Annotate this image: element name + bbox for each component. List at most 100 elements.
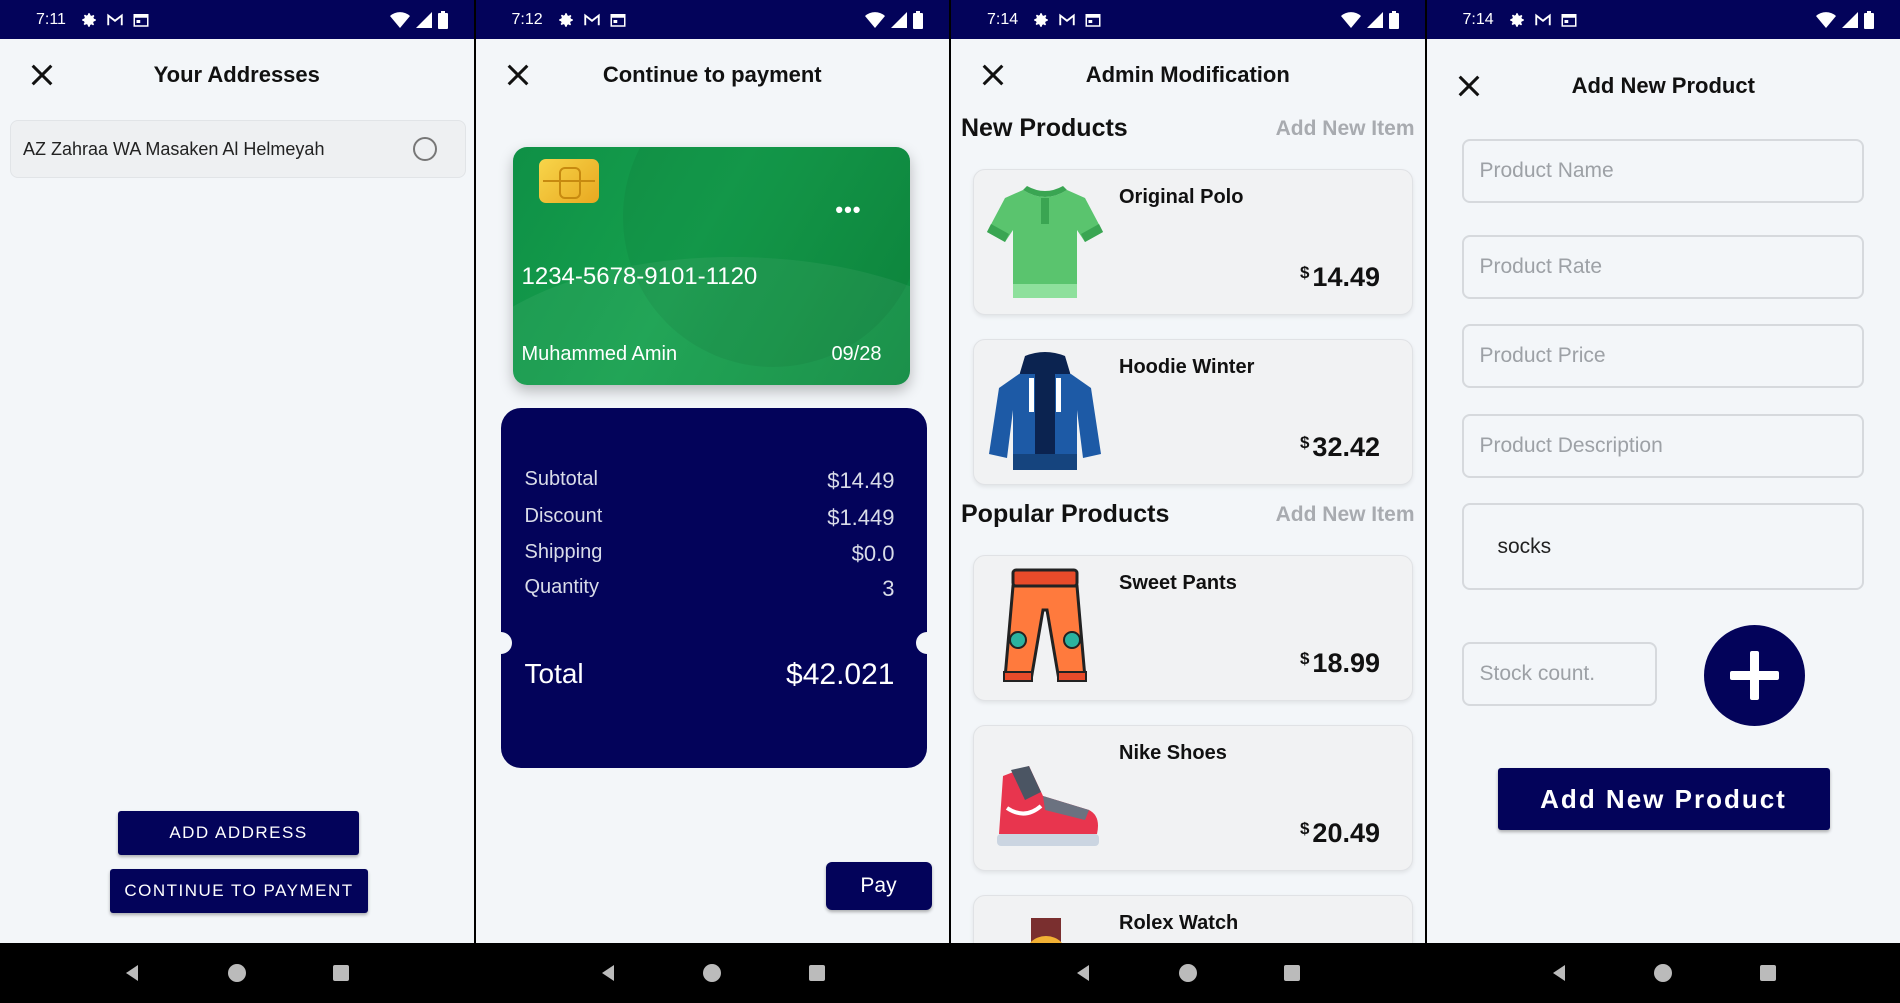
currency-symbol: $ <box>1299 649 1310 668</box>
page-header: Add New Product <box>1427 50 1900 122</box>
status-indicators <box>389 10 448 29</box>
summary-value: $14.49 <box>827 468 895 493</box>
add-new-item-link[interactable]: Add New Item <box>1276 117 1415 141</box>
close-icon[interactable] <box>979 61 1007 89</box>
add-product-screen: 7:14 Add New Product Product Name Produc… <box>1426 0 1900 1003</box>
product-name-field[interactable]: Product Name <box>1461 139 1864 203</box>
addresses-screen: 7:11 Your Addresses AZ Zahraa WA Masaken… <box>0 0 474 1003</box>
gmail-icon <box>583 13 600 25</box>
home-icon[interactable] <box>227 963 247 983</box>
price-amount: 18.99 <box>1312 648 1380 678</box>
gmail-icon <box>1059 13 1075 25</box>
recents-icon[interactable] <box>1758 963 1778 983</box>
status-indicators <box>865 10 923 29</box>
status-time: 7:12 <box>511 10 543 28</box>
calendar-icon <box>1085 13 1101 27</box>
gmail-icon <box>107 13 123 25</box>
calendar-icon <box>1561 13 1577 27</box>
section-title: New Products <box>961 114 1128 142</box>
pay-button[interactable]: Pay <box>825 862 932 910</box>
settings-icon <box>1509 12 1524 27</box>
address-text: AZ Zahraa WA Masaken Al Helmeyah <box>23 138 325 159</box>
page-title: Your Addresses <box>153 62 320 87</box>
recents-icon[interactable] <box>807 963 827 983</box>
signal-icon <box>1842 11 1858 28</box>
address-option[interactable]: AZ Zahraa WA Masaken Al Helmeyah <box>10 120 466 178</box>
add-image-plus-button[interactable] <box>1703 625 1805 726</box>
product-card[interactable]: Hoodie Winter $32.42 <box>973 339 1413 485</box>
status-bar: 7:11 <box>0 0 474 39</box>
card-chip-icon <box>538 159 599 203</box>
status-time: 7:14 <box>1462 10 1494 28</box>
close-icon[interactable] <box>28 61 56 89</box>
home-icon[interactable] <box>1178 963 1198 983</box>
currency-symbol: $ <box>1299 819 1310 838</box>
product-card[interactable]: Nike Shoes $20.49 <box>973 725 1413 871</box>
add-new-product-button[interactable]: Add New Product <box>1497 768 1830 830</box>
new-products-header: New Products Add New Item <box>961 114 1415 143</box>
summary-value: 3 <box>882 576 895 601</box>
wifi-icon <box>1340 11 1361 28</box>
summary-value: $0.0 <box>851 541 895 566</box>
close-icon[interactable] <box>1455 72 1483 100</box>
settings-icon <box>82 12 96 27</box>
product-name: Original Polo <box>1119 186 1244 208</box>
shipping-row: Shipping $0.0 <box>525 541 895 567</box>
battery-icon <box>437 10 448 29</box>
settings-icon <box>1034 12 1048 27</box>
status-time: 7:11 <box>36 10 66 28</box>
product-price-field[interactable]: Product Price <box>1461 324 1864 388</box>
product-description-field[interactable]: Product Description <box>1461 414 1864 478</box>
price-amount: 20.49 <box>1312 818 1380 848</box>
back-icon[interactable] <box>598 963 618 983</box>
product-card[interactable]: Sweet Pants $18.99 <box>973 555 1413 701</box>
product-card[interactable]: Original Polo $14.49 <box>973 169 1413 315</box>
add-address-button[interactable]: ADD ADDRESS <box>118 811 359 855</box>
product-category-field[interactable]: socks <box>1461 503 1864 590</box>
signal-icon <box>1366 11 1383 28</box>
ticket-notch-left <box>489 632 512 654</box>
credit-card[interactable]: ••• 1234-5678-9101-1120 Muhammed Amin 09… <box>512 147 910 385</box>
add-new-item-link[interactable]: Add New Item <box>1276 503 1415 527</box>
product-rate-field[interactable]: Product Rate <box>1461 235 1864 299</box>
currency-symbol: $ <box>1299 263 1310 282</box>
subtotal-row: Subtotal $14.49 <box>525 468 895 494</box>
page-title: Add New Product <box>1571 73 1755 98</box>
total-label: Total <box>524 658 584 689</box>
card-menu-icon[interactable]: ••• <box>835 197 861 223</box>
page-header: Continue to payment <box>476 39 950 111</box>
back-icon[interactable] <box>122 963 142 983</box>
shoe-icon <box>997 766 1099 846</box>
admin-screen: 7:14 Admin Modification New Products Add… <box>951 0 1425 1003</box>
address-radio[interactable] <box>413 137 437 161</box>
status-indicators <box>1340 10 1399 29</box>
back-icon[interactable] <box>1073 963 1093 983</box>
status-bar: 7:14 <box>951 0 1425 39</box>
pants-icon <box>1003 568 1087 682</box>
stock-count-field[interactable]: Stock count. <box>1461 642 1657 706</box>
home-icon[interactable] <box>702 963 722 983</box>
summary-label: Quantity <box>524 576 599 598</box>
quantity-row: Quantity 3 <box>525 576 895 602</box>
total-value: $42.021 <box>786 658 895 691</box>
popular-products-header: Popular Products Add New Item <box>961 500 1415 529</box>
product-name: Sweet Pants <box>1119 572 1237 594</box>
currency-symbol: $ <box>1299 433 1310 452</box>
continue-to-payment-button[interactable]: CONTINUE TO PAYMENT <box>110 869 368 913</box>
page-title: Continue to payment <box>602 62 822 87</box>
ticket-notch-right <box>915 632 938 654</box>
back-icon[interactable] <box>1549 963 1569 983</box>
summary-label: Shipping <box>524 541 603 563</box>
gmail-icon <box>1534 13 1551 25</box>
product-name: Hoodie Winter <box>1119 356 1255 378</box>
summary-label: Subtotal <box>524 468 598 490</box>
recents-icon[interactable] <box>331 963 351 983</box>
recents-icon[interactable] <box>1282 963 1302 983</box>
product-name: Rolex Watch <box>1119 912 1239 934</box>
battery-icon <box>913 10 923 29</box>
system-nav-bar <box>1426 943 1900 1003</box>
calendar-icon <box>610 13 626 27</box>
close-icon[interactable] <box>504 61 532 89</box>
home-icon[interactable] <box>1653 963 1673 983</box>
page-title: Admin Modification <box>1085 62 1290 87</box>
